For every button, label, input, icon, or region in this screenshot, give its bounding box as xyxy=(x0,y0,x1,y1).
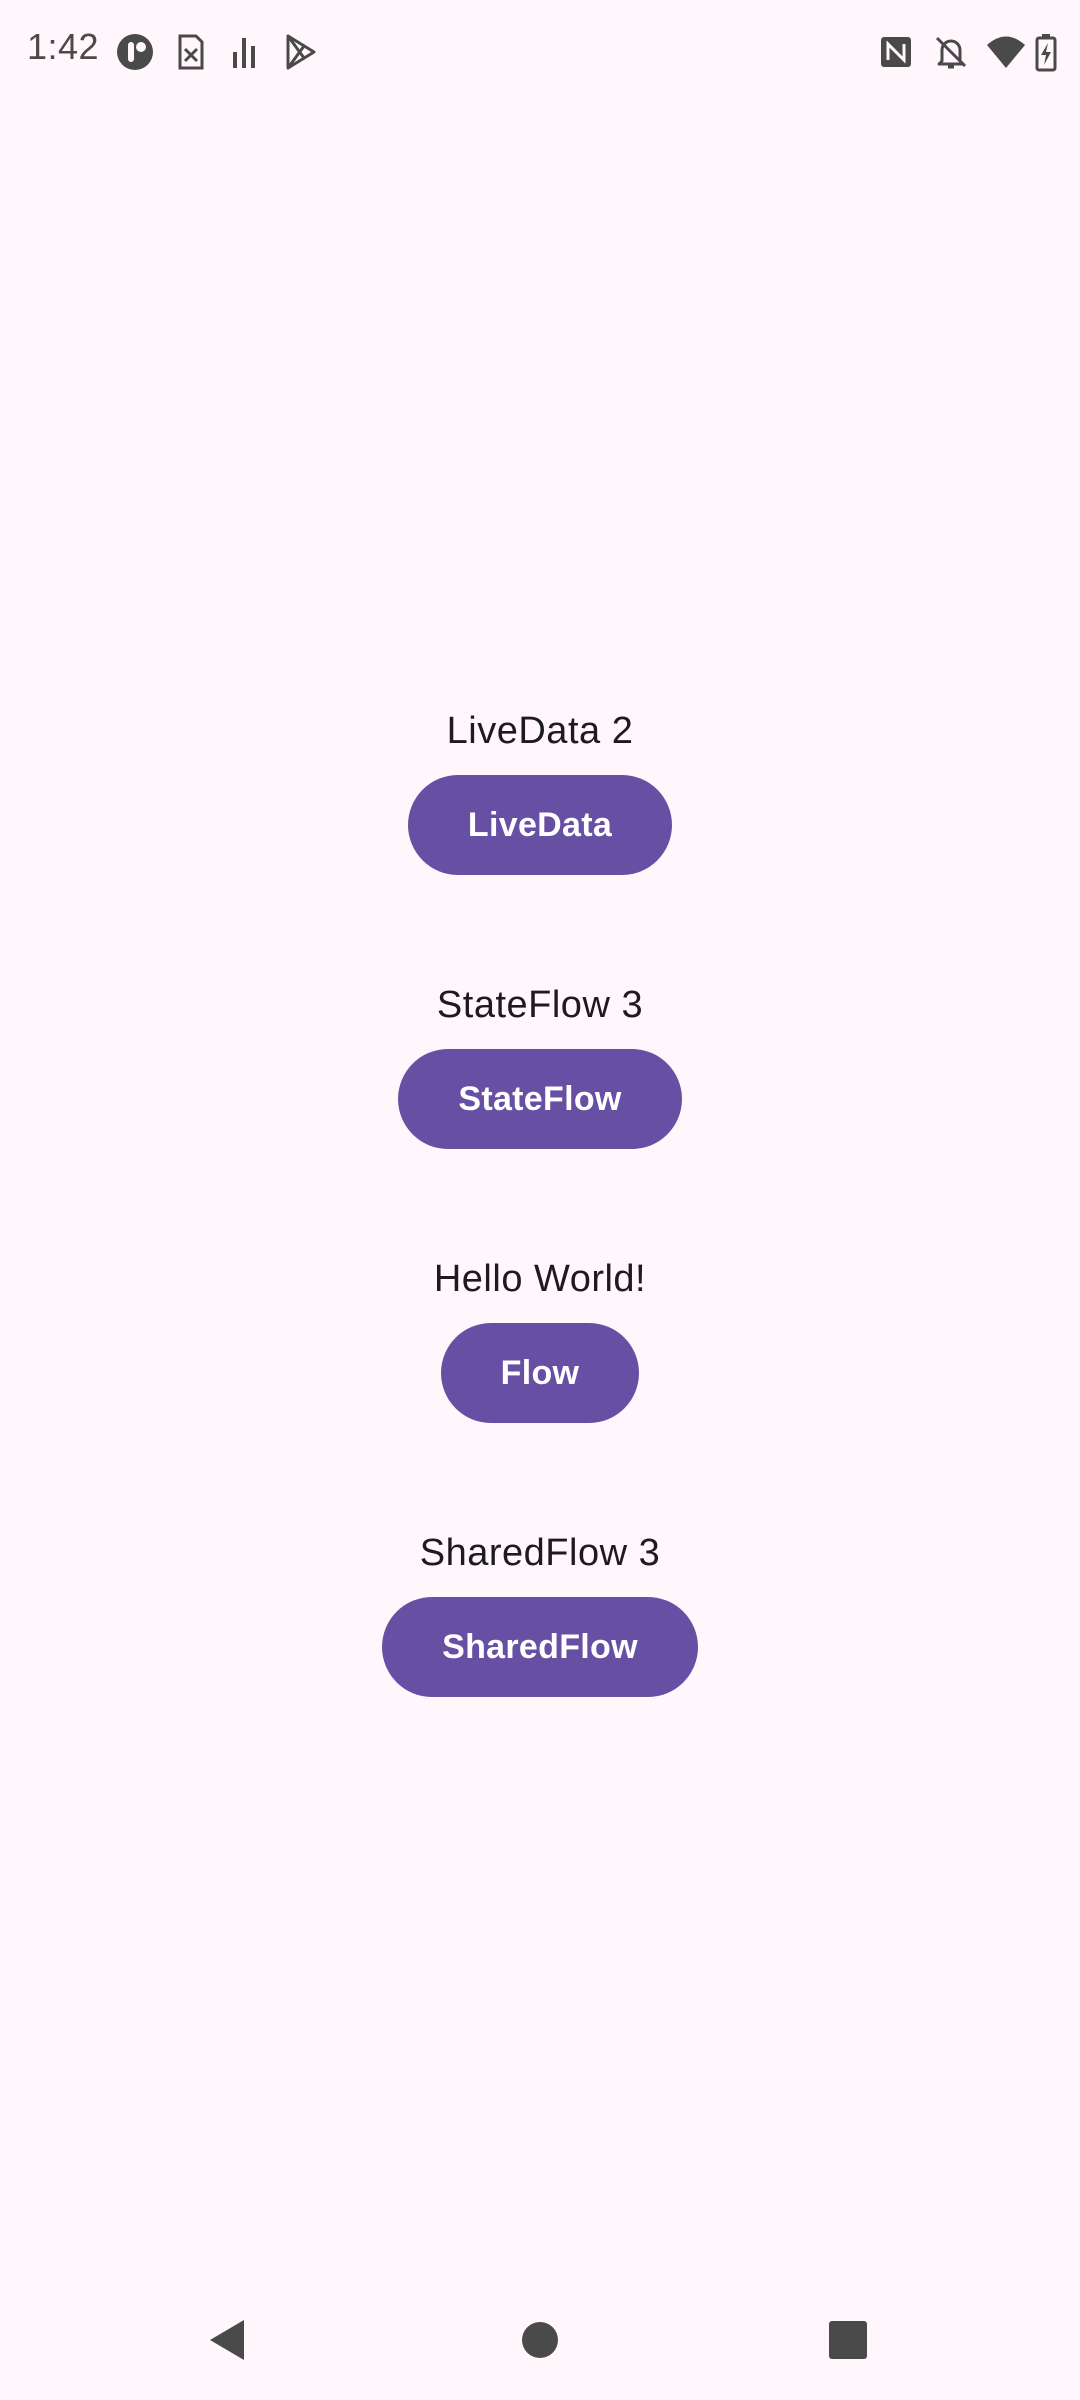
back-icon[interactable] xyxy=(198,2310,258,2370)
flow-group: Hello World! Flow xyxy=(0,1257,1080,1423)
navigation-bar xyxy=(0,2280,1080,2400)
livedata-group: LiveData 2 LiveData xyxy=(0,709,1080,875)
sharedflow-group: SharedFlow 3 SharedFlow xyxy=(0,1531,1080,1697)
home-icon[interactable] xyxy=(510,2310,570,2370)
stateflow-label: StateFlow 3 xyxy=(436,984,644,1026)
sharedflow-label: SharedFlow 3 xyxy=(419,1532,661,1574)
sharedflow-button[interactable]: SharedFlow xyxy=(382,1597,698,1697)
livedata-button[interactable]: LiveData xyxy=(407,775,673,875)
recents-icon[interactable] xyxy=(818,2310,878,2370)
livedata-label: LiveData 2 xyxy=(446,710,634,752)
stateflow-button[interactable]: StateFlow xyxy=(398,1049,682,1149)
flow-label: Hello World! xyxy=(433,1258,647,1300)
app-screen: 1:42 LiveData 2 LiveData StateFlow 3 Sta… xyxy=(0,0,1080,2400)
main-content: LiveData 2 LiveData StateFlow 3 StateFlo… xyxy=(0,0,1080,2400)
flow-button[interactable]: Flow xyxy=(440,1323,640,1423)
stateflow-group: StateFlow 3 StateFlow xyxy=(0,983,1080,1149)
